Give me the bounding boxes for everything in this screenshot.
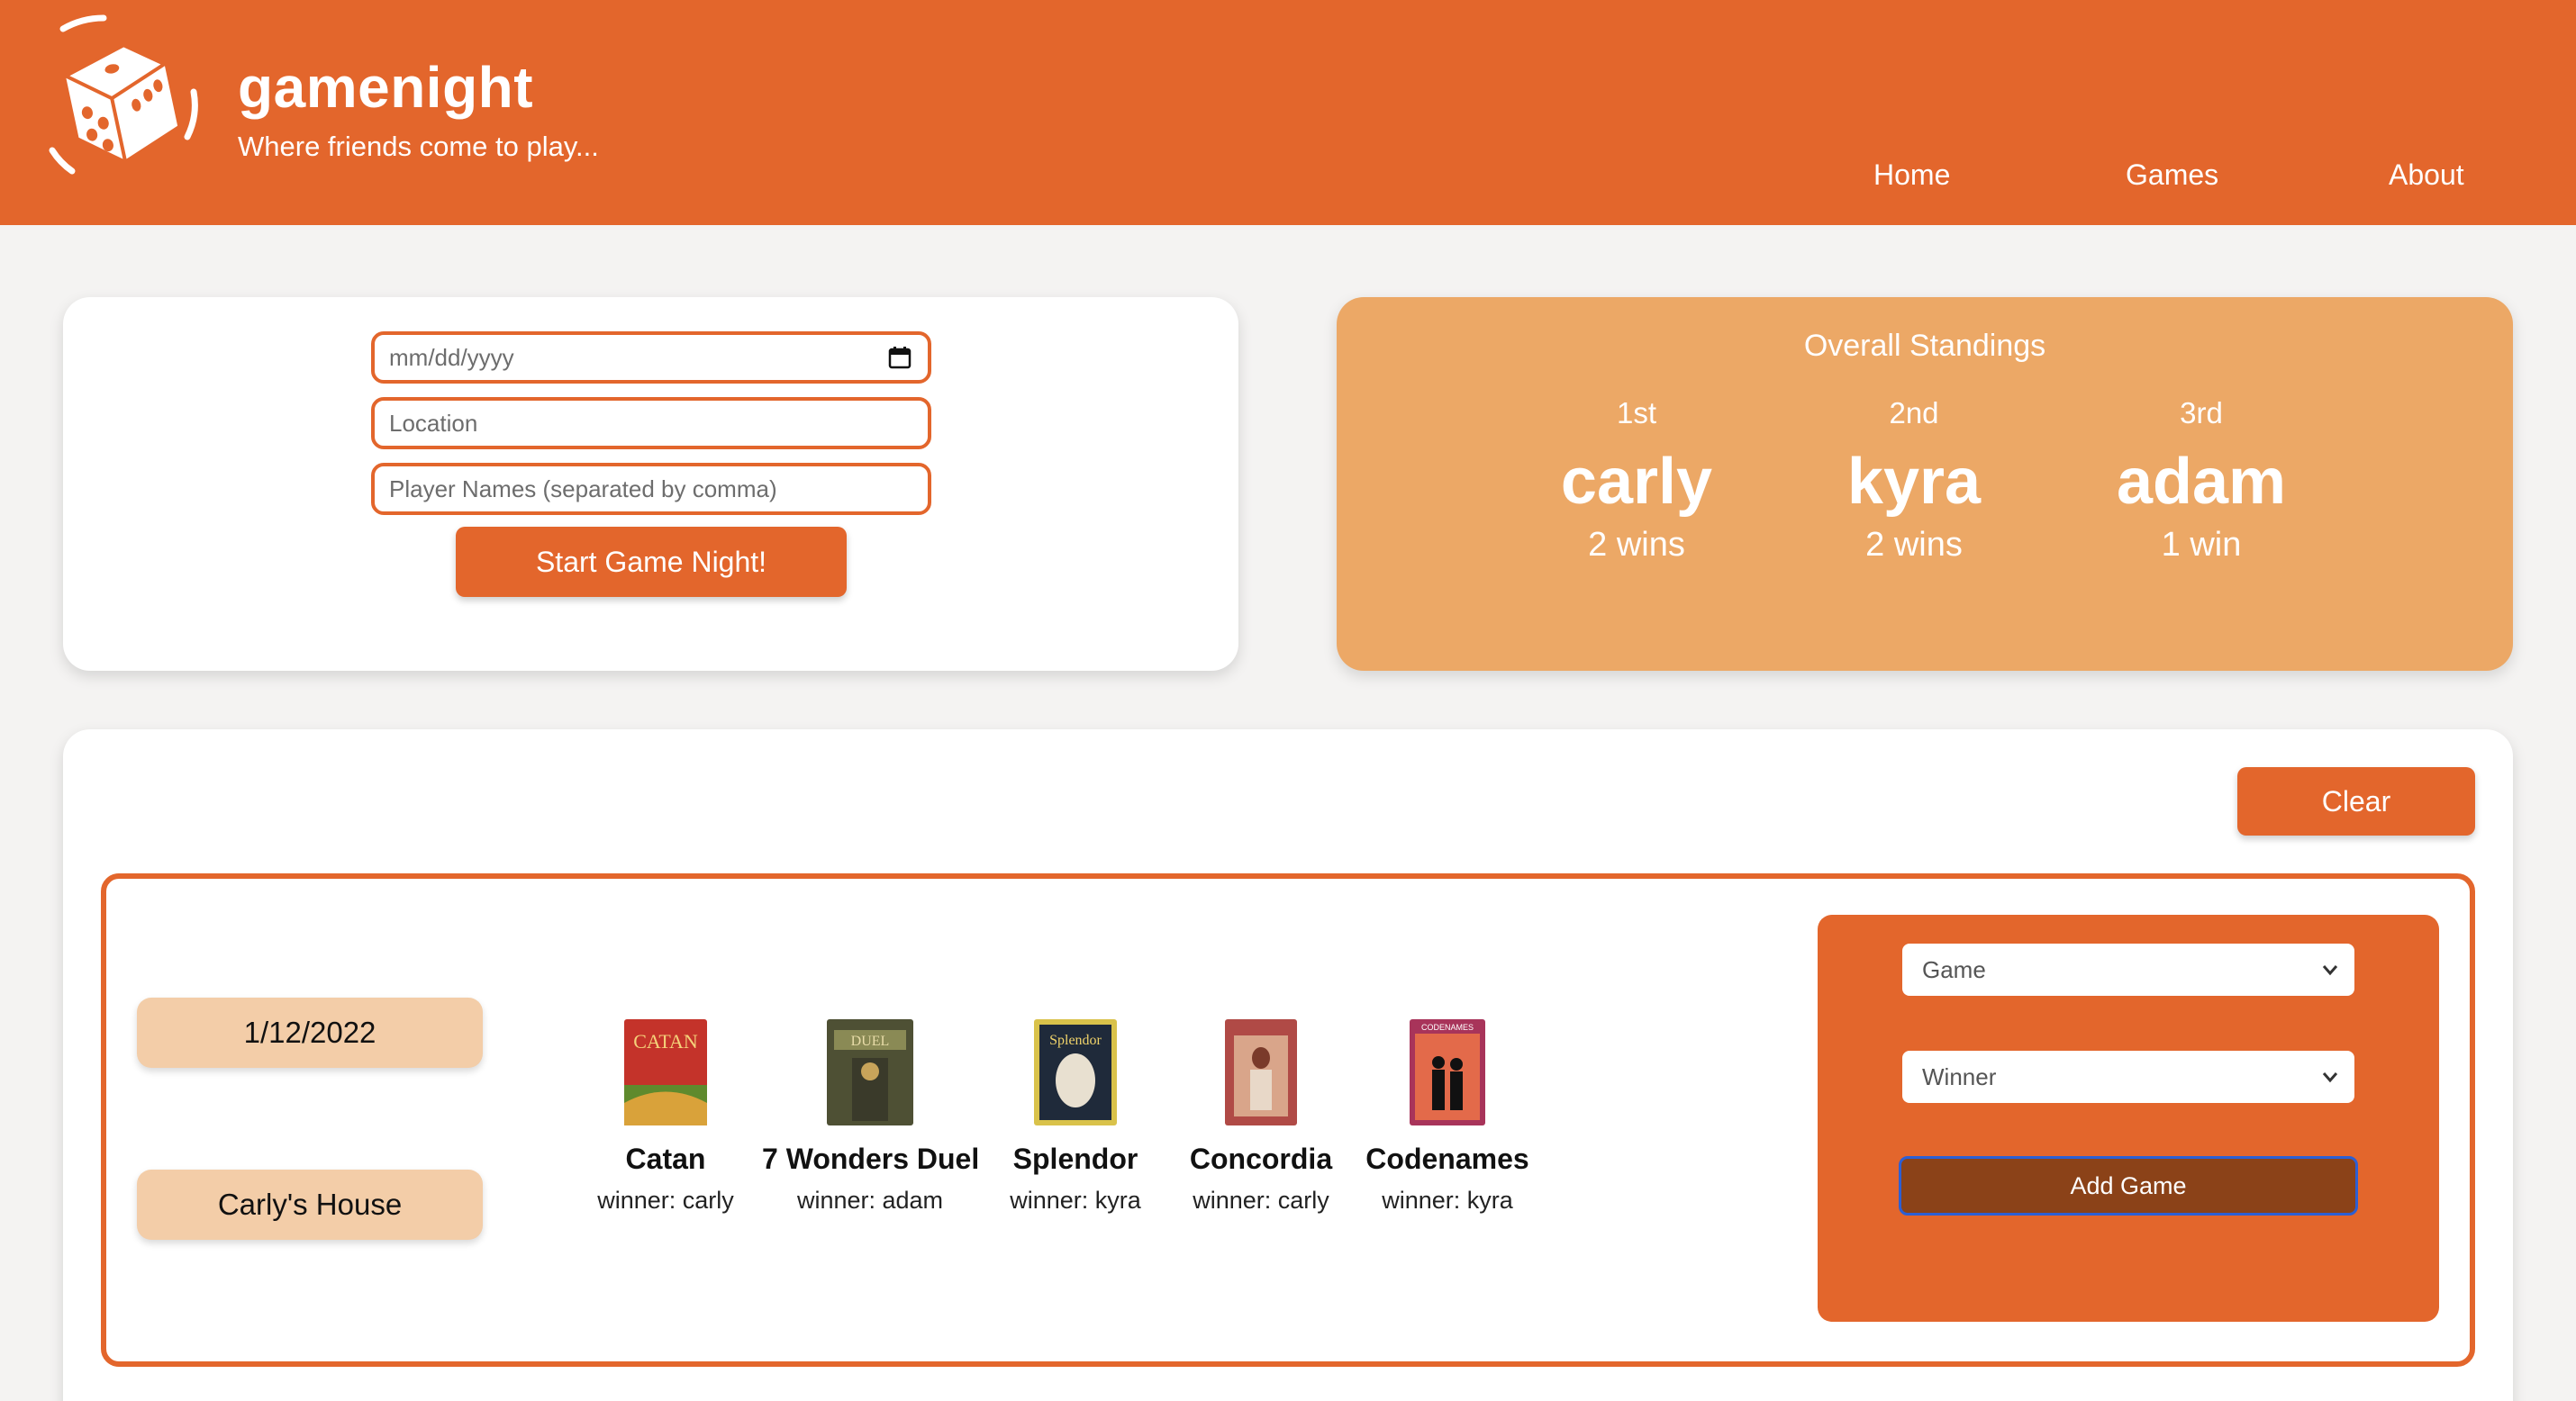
duel-box-label: DUEL <box>851 1034 890 1049</box>
calendar-icon[interactable] <box>888 346 912 369</box>
location-placeholder: Location <box>389 409 478 437</box>
catan-box-label: CATAN <box>633 1030 698 1053</box>
game-name: Concordia <box>1189 1143 1333 1175</box>
catan-box-art-icon: CATAN <box>624 1019 707 1125</box>
night-date-badge: 1/12/2022 <box>137 998 483 1068</box>
game-select[interactable]: Game <box>1902 944 2354 996</box>
game-select-value: Game <box>1922 955 1986 983</box>
rank-wins: 2 wins <box>1588 526 1685 564</box>
game-item-splendor: Splendor Splendor winner: kyra <box>967 1017 1184 1215</box>
splendor-box-label: Splendor <box>1049 1033 1102 1048</box>
add-game-button[interactable]: Add Game <box>1899 1156 2358 1216</box>
rank-third: 3rd adam 1 win <box>2066 396 2336 565</box>
date-input[interactable]: mm/dd/yyyy <box>371 331 931 384</box>
location-input[interactable]: Location <box>371 397 931 449</box>
clear-button[interactable]: Clear <box>2237 767 2475 836</box>
chevron-down-icon <box>2322 965 2338 976</box>
game-name: Catan <box>625 1143 706 1175</box>
rank-place: 3rd <box>2180 396 2223 429</box>
rank-place: 2nd <box>1889 396 1939 429</box>
rank-player-name: adam <box>2116 446 2287 518</box>
rank-wins: 2 wins <box>1865 526 1963 564</box>
player-names-input[interactable]: Player Names (separated by comma) <box>371 463 931 515</box>
game-item-catan: CATAN Catan winner: carly <box>558 1017 774 1215</box>
nav-about[interactable]: About <box>2389 158 2464 192</box>
date-placeholder: mm/dd/yyyy <box>389 343 514 371</box>
game-winner: winner: kyra <box>1382 1187 1513 1214</box>
dice-logo-icon[interactable] <box>36 11 207 182</box>
game-winner: winner: adam <box>796 1187 944 1214</box>
game-item-codenames: CODENAMES Codenames winner: kyra <box>1339 1017 1556 1215</box>
codenames-box-art-icon: CODENAMES <box>1410 1019 1485 1125</box>
codenames-box-label: CODENAMES <box>1421 1023 1474 1032</box>
rank-player-name: kyra <box>1846 446 1982 518</box>
rank-player-name: carly <box>1560 446 1713 518</box>
game-winner: winner: kyra <box>1010 1187 1141 1214</box>
game-item-concordia: Concordia winner: carly <box>1153 1017 1369 1215</box>
site-tagline: Where friends come to play... <box>238 131 599 162</box>
7-wonders-duel-box-art-icon: DUEL <box>827 1019 913 1125</box>
start-game-night-button[interactable]: Start Game Night! <box>456 527 847 597</box>
rank-place: 1st <box>1616 396 1657 429</box>
concordia-box-art-icon <box>1225 1019 1297 1125</box>
site-title: gamenight <box>238 55 534 120</box>
player-names-placeholder: Player Names (separated by comma) <box>389 475 777 502</box>
night-location-badge: Carly's House <box>137 1170 483 1240</box>
game-name: Splendor <box>1012 1143 1138 1175</box>
chevron-down-icon <box>2322 1072 2338 1083</box>
rank-second: 2nd kyra 2 wins <box>1779 396 2049 565</box>
game-item-7-wonders-duel: DUEL 7 Wonders Duel winner: adam <box>762 1017 980 1215</box>
rank-wins: 1 win <box>2161 526 2242 564</box>
winner-select[interactable]: Winner <box>1902 1051 2354 1103</box>
standings-title: Overall Standings <box>1803 329 2046 363</box>
game-winner: winner: carly <box>1193 1187 1329 1214</box>
game-name: 7 Wonders Duel <box>762 1143 980 1175</box>
nav-home[interactable]: Home <box>1873 158 1950 192</box>
game-winner: winner: carly <box>597 1187 734 1214</box>
site-header: gamenight Where friends come to play... … <box>0 0 2576 225</box>
game-name: Codenames <box>1365 1143 1529 1175</box>
winner-select-value: Winner <box>1922 1062 1997 1090</box>
splendor-box-art-icon: Splendor <box>1034 1019 1117 1125</box>
nav-games[interactable]: Games <box>2126 158 2218 192</box>
rank-first: 1st carly 2 wins <box>1501 396 1772 565</box>
